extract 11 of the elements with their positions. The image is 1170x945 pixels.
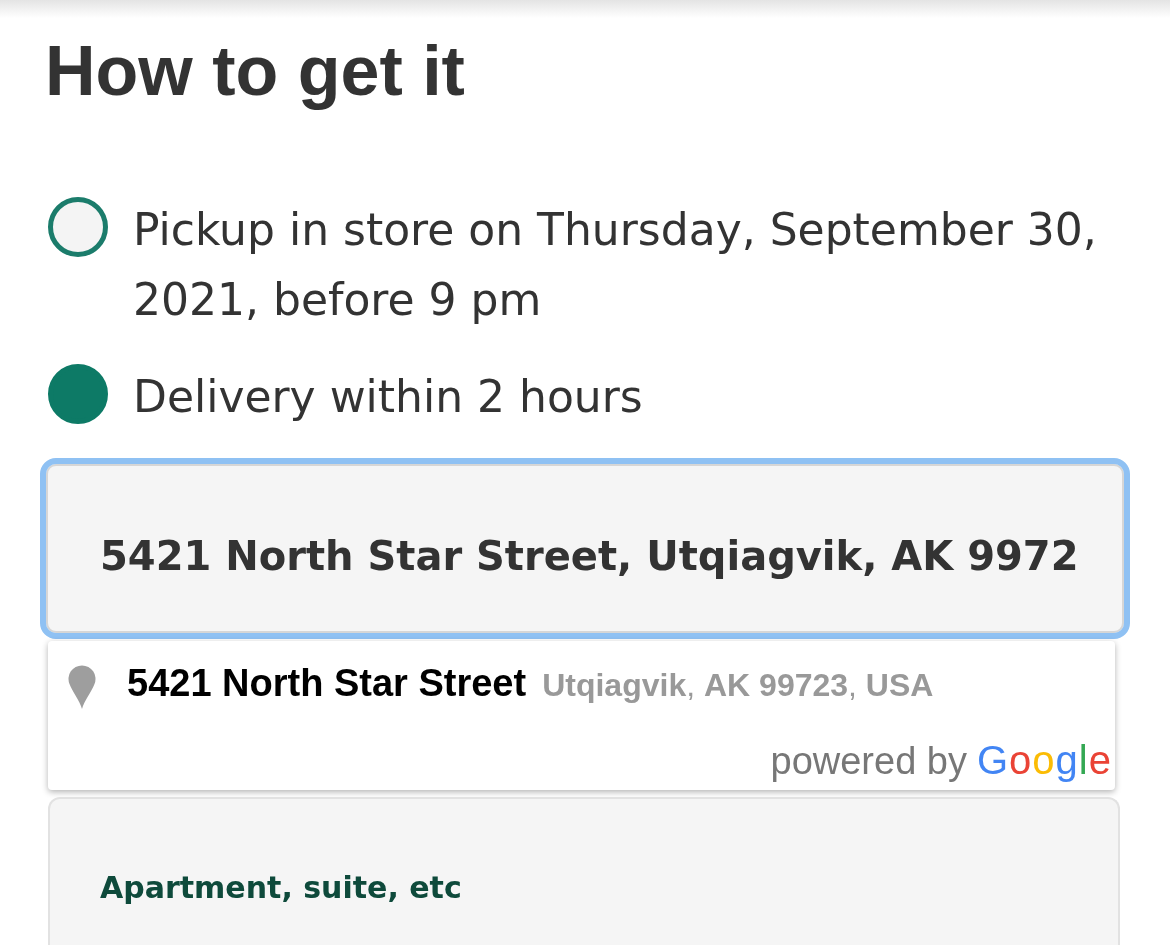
suggestion-main-text[interactable]: 5421 North Star Street (127, 660, 527, 706)
section-heading: How to get it (45, 31, 465, 111)
apartment-input[interactable]: Apartment, suite, etc (48, 797, 1120, 945)
radio-button[interactable] (48, 364, 108, 424)
map-pin-icon (68, 663, 96, 709)
option-label[interactable]: Pickup in store on Thursday, September 30, 2021, before 9 pm (133, 195, 1130, 335)
address-input[interactable]: 5421 North Star Street, Utqiagvik, AK 9972 (40, 458, 1130, 639)
option-label[interactable]: Delivery within 2 hours (133, 362, 643, 432)
brand-logo: Google (977, 737, 1112, 783)
radio-button[interactable] (48, 197, 108, 257)
attribution-text: powered by (770, 739, 967, 784)
